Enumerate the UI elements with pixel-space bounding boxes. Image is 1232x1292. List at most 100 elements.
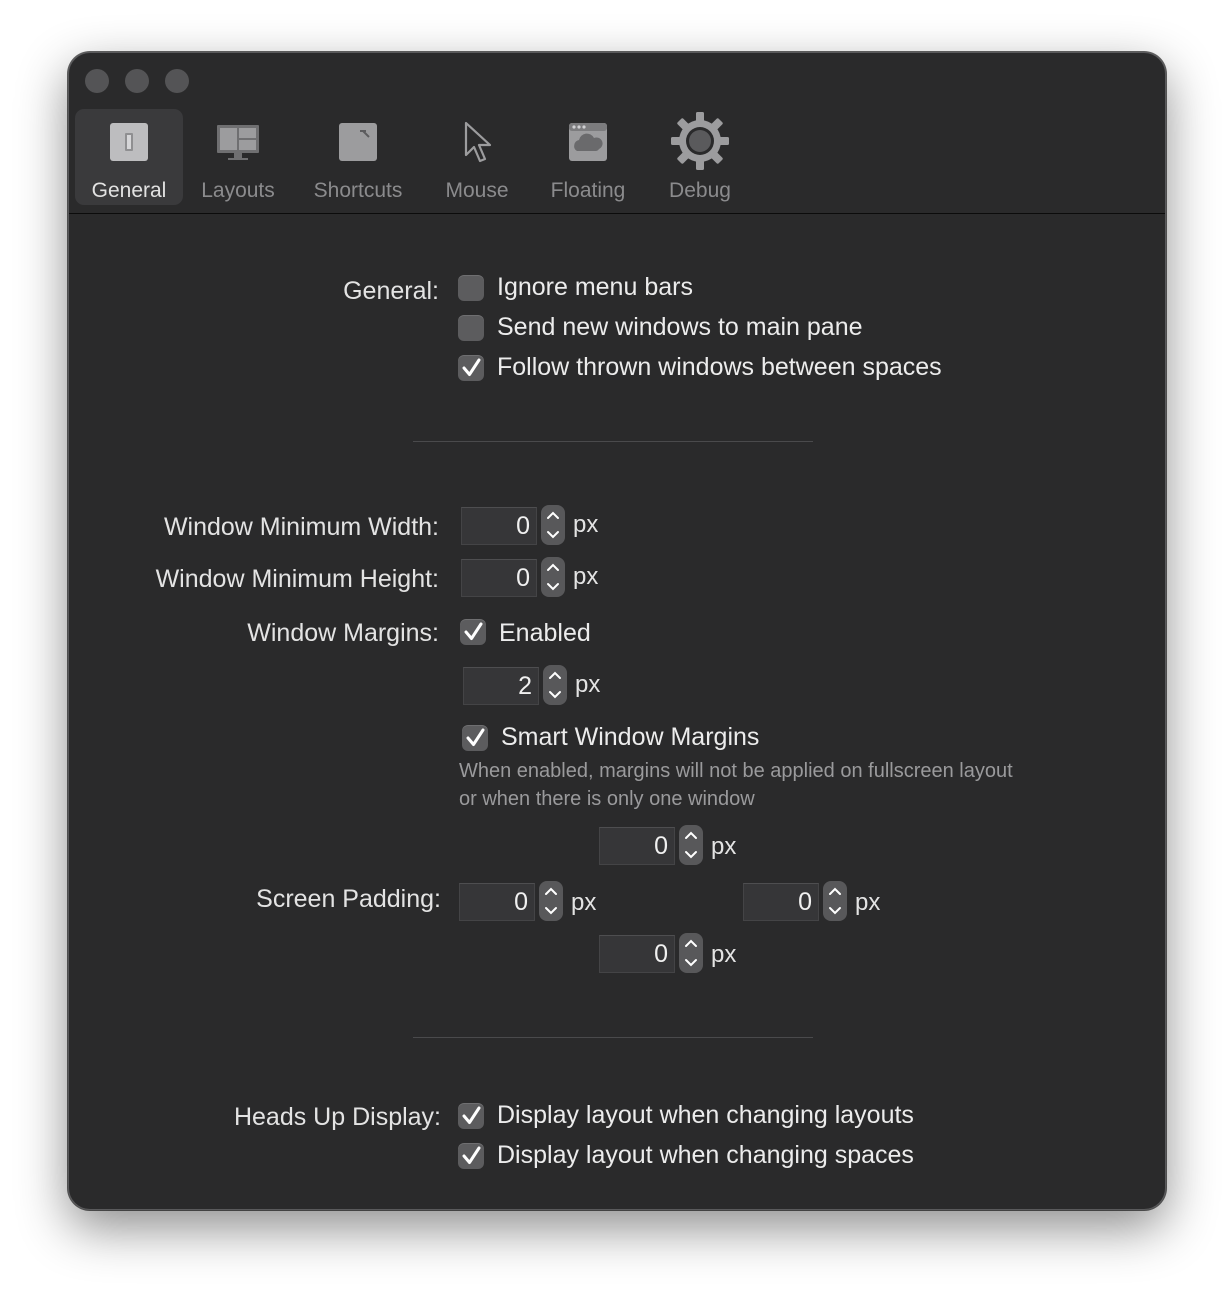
checkmark-icon — [462, 1146, 481, 1164]
tab-general[interactable]: General — [75, 109, 183, 205]
padding-right-unit: px — [855, 889, 881, 916]
chevron-up-icon — [685, 831, 697, 839]
chevron-down-icon — [547, 583, 559, 591]
min-height-field[interactable] — [461, 559, 537, 597]
padding-left-stepper[interactable] — [539, 881, 563, 921]
padding-bottom-input[interactable] — [600, 936, 674, 972]
follow-thrown-windows-checkbox[interactable] — [458, 355, 484, 381]
padding-top-field[interactable] — [599, 827, 675, 865]
padding-left-input[interactable] — [460, 884, 534, 920]
chevron-down-icon — [549, 691, 561, 699]
floating-window-icon — [565, 119, 611, 165]
chevron-up-icon — [547, 563, 559, 571]
chevron-up-icon — [545, 887, 557, 895]
checkmark-icon — [464, 622, 483, 640]
stepper-down-button[interactable] — [823, 901, 847, 921]
zoom-button[interactable] — [165, 69, 189, 93]
stepper-up-button[interactable] — [543, 665, 567, 685]
padding-left-unit: px — [571, 889, 597, 916]
hud-spaces-label: Display layout when changing spaces — [497, 1141, 914, 1169]
tab-shortcuts-label: Shortcuts — [313, 179, 403, 202]
padding-bottom-field[interactable] — [599, 935, 675, 973]
chevron-down-icon — [829, 907, 841, 915]
shortcuts-icon — [335, 119, 381, 165]
stepper-down-button[interactable] — [679, 845, 703, 865]
stepper-up-button[interactable] — [541, 557, 565, 577]
padding-bottom-stepper[interactable] — [679, 933, 703, 973]
margins-stepper[interactable] — [543, 665, 567, 705]
min-height-input[interactable] — [462, 560, 536, 596]
minimize-button[interactable] — [125, 69, 149, 93]
padding-right-input[interactable] — [744, 884, 818, 920]
switch-icon — [106, 119, 152, 165]
stepper-up-button[interactable] — [541, 505, 565, 525]
min-width-label: Window Minimum Width: — [163, 513, 439, 541]
chevron-up-icon — [685, 939, 697, 947]
stepper-down-button[interactable] — [679, 953, 703, 973]
hud-spaces-checkbox[interactable] — [458, 1143, 484, 1169]
section-divider — [413, 441, 813, 442]
checkmark-icon — [466, 728, 485, 746]
smart-margins-checkbox[interactable] — [462, 725, 488, 751]
min-width-unit: px — [573, 511, 599, 538]
min-height-label: Window Minimum Height: — [155, 565, 439, 593]
smart-margins-help-line-2: or when there is only one window — [459, 788, 755, 810]
chevron-down-icon — [685, 851, 697, 859]
padding-top-input[interactable] — [600, 828, 674, 864]
stepper-up-button[interactable] — [679, 933, 703, 953]
tab-mouse-label: Mouse — [445, 179, 509, 202]
margins-label: Window Margins: — [247, 619, 439, 647]
follow-thrown-windows-label: Follow thrown windows between spaces — [497, 353, 942, 381]
close-button[interactable] — [85, 69, 109, 93]
stepper-up-button[interactable] — [679, 825, 703, 845]
preferences-window: General Layouts Shortcuts Mouse Floating… — [68, 52, 1166, 1210]
checkmark-icon — [462, 358, 481, 376]
tab-debug[interactable]: Debug — [655, 109, 745, 205]
padding-bottom-unit: px — [711, 941, 737, 968]
margins-enabled-checkbox[interactable] — [460, 619, 486, 645]
stepper-down-button[interactable] — [543, 685, 567, 705]
tab-floating[interactable]: Floating — [535, 109, 641, 205]
padding-left-field[interactable] — [459, 883, 535, 921]
min-width-input[interactable] — [462, 508, 536, 544]
send-new-windows-label: Send new windows to main pane — [497, 313, 863, 341]
margins-input[interactable] — [464, 668, 538, 704]
margins-enabled-label: Enabled — [499, 619, 591, 647]
stepper-down-button[interactable] — [541, 577, 565, 597]
chevron-up-icon — [547, 511, 559, 519]
smart-margins-label: Smart Window Margins — [501, 723, 760, 751]
padding-top-stepper[interactable] — [679, 825, 703, 865]
min-height-unit: px — [573, 563, 599, 590]
min-width-field[interactable] — [461, 507, 537, 545]
tab-mouse[interactable]: Mouse — [431, 109, 523, 205]
toolbar-divider — [69, 213, 1165, 214]
chevron-up-icon — [829, 887, 841, 895]
tab-layouts[interactable]: Layouts — [189, 109, 287, 205]
chevron-down-icon — [545, 907, 557, 915]
tab-floating-label: Floating — [550, 179, 626, 202]
send-new-windows-checkbox[interactable] — [458, 315, 484, 341]
min-height-stepper[interactable] — [541, 557, 565, 597]
stepper-down-button[interactable] — [539, 901, 563, 921]
margins-field[interactable] — [463, 667, 539, 705]
hud-layouts-checkbox[interactable] — [458, 1103, 484, 1129]
padding-right-stepper[interactable] — [823, 881, 847, 921]
hud-label: Heads Up Display: — [233, 1103, 441, 1131]
tab-general-label: General — [91, 179, 167, 202]
chevron-down-icon — [547, 531, 559, 539]
stepper-up-button[interactable] — [823, 881, 847, 901]
tab-shortcuts[interactable]: Shortcuts — [295, 109, 421, 205]
section-divider — [413, 1037, 813, 1038]
cursor-icon — [454, 119, 500, 165]
stepper-down-button[interactable] — [541, 525, 565, 545]
stepper-up-button[interactable] — [539, 881, 563, 901]
min-width-stepper[interactable] — [541, 505, 565, 545]
ignore-menu-bars-label: Ignore menu bars — [497, 273, 693, 301]
tab-debug-label: Debug — [669, 179, 731, 202]
checkmark-icon — [462, 1106, 481, 1124]
layouts-icon — [215, 119, 261, 165]
smart-margins-help-line-1: When enabled, margins will not be applie… — [459, 760, 1013, 782]
padding-right-field[interactable] — [743, 883, 819, 921]
ignore-menu-bars-checkbox[interactable] — [458, 275, 484, 301]
hud-layouts-label: Display layout when changing layouts — [497, 1101, 914, 1129]
